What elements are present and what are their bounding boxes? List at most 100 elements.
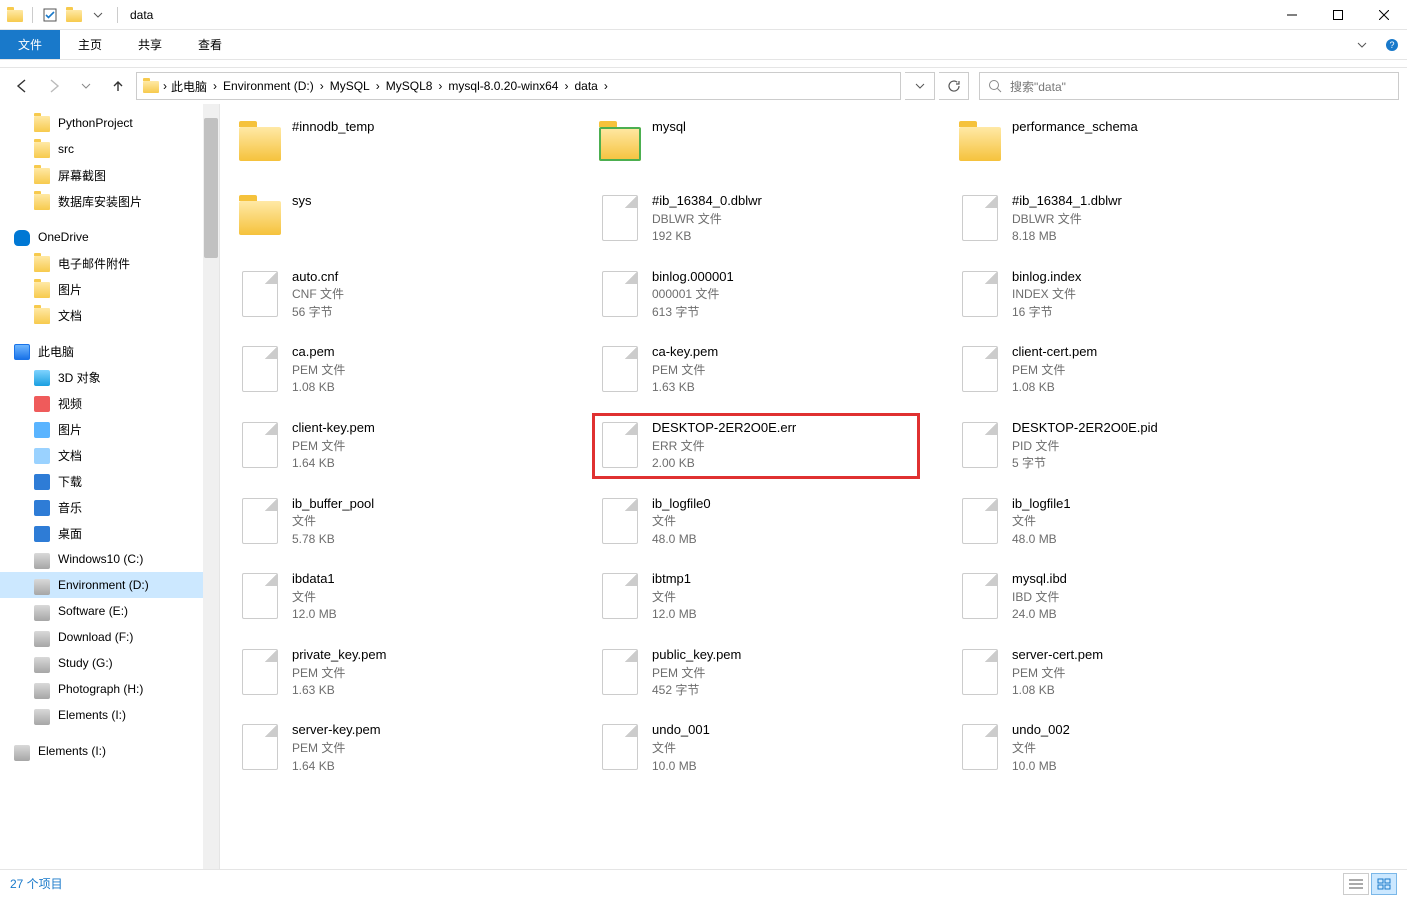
tree-node[interactable]: 数据库安装图片 — [0, 188, 219, 214]
nav-tree[interactable]: PythonProjectsrc屏幕截图数据库安装图片 OneDrive电子邮件附… — [0, 104, 220, 869]
file-item[interactable]: #ib_16384_0.dblwrDBLWR 文件192 KB — [596, 190, 916, 248]
qat-checked-icon[interactable] — [39, 4, 61, 26]
file-list[interactable]: #innodb_temp mysql performance_schemasys #i… — [220, 104, 1407, 869]
tree-node[interactable]: 桌面 — [0, 520, 219, 546]
tree-node[interactable]: 视频 — [0, 390, 219, 416]
recent-dropdown-icon[interactable] — [72, 72, 100, 100]
forward-button[interactable] — [40, 72, 68, 100]
back-button[interactable] — [8, 72, 36, 100]
breadcrumb-segment[interactable]: 此电脑 — [171, 78, 207, 95]
breadcrumb-segment[interactable]: MySQL — [330, 79, 370, 93]
tree-label: 3D 对象 — [58, 369, 101, 386]
tree-node[interactable]: 文档 — [0, 442, 219, 468]
folder-item[interactable]: mysql — [596, 116, 916, 172]
minimize-button[interactable] — [1269, 0, 1315, 30]
file-item[interactable]: public_key.pemPEM 文件452 字节 — [596, 644, 916, 702]
chevron-right-icon[interactable]: › — [320, 79, 324, 93]
tree-node[interactable]: OneDrive — [0, 224, 219, 250]
qat-dropdown-icon[interactable] — [87, 4, 109, 26]
view-details-button[interactable] — [1343, 873, 1369, 895]
tree-node[interactable]: 图片 — [0, 276, 219, 302]
folder-icon — [598, 118, 642, 170]
file-item[interactable]: DESKTOP-2ER2O0E.pidPID 文件5 字节 — [956, 417, 1276, 475]
file-item[interactable]: ca.pemPEM 文件1.08 KB — [236, 341, 556, 399]
breadcrumb-segment[interactable]: MySQL8 — [386, 79, 433, 93]
up-button[interactable] — [104, 72, 132, 100]
item-name: server-cert.pem — [1012, 646, 1103, 665]
ribbon-expand-icon[interactable] — [1347, 30, 1377, 59]
tree-node[interactable]: 图片 — [0, 416, 219, 442]
item-size: 10.0 MB — [652, 758, 710, 775]
file-item[interactable]: client-cert.pemPEM 文件1.08 KB — [956, 341, 1276, 399]
file-item[interactable]: client-key.pemPEM 文件1.64 KB — [236, 417, 556, 475]
file-item[interactable]: private_key.pemPEM 文件1.63 KB — [236, 644, 556, 702]
help-icon[interactable]: ? — [1377, 30, 1407, 59]
breadcrumb-segment[interactable]: mysql-8.0.20-winx64 — [448, 79, 558, 93]
tree-node[interactable]: 音乐 — [0, 494, 219, 520]
file-item[interactable]: ib_buffer_pool文件5.78 KB — [236, 493, 556, 551]
file-item[interactable]: ibtmp1文件12.0 MB — [596, 568, 916, 626]
breadcrumb-segment[interactable]: data — [574, 79, 597, 93]
file-item[interactable]: ca-key.pemPEM 文件1.63 KB — [596, 341, 916, 399]
file-item[interactable]: undo_002文件10.0 MB — [956, 719, 1276, 777]
file-item[interactable]: binlog.000001000001 文件613 字节 — [596, 266, 916, 324]
file-item[interactable]: DESKTOP-2ER2O0E.errERR 文件2.00 KB — [596, 417, 916, 475]
tab-home[interactable]: 主页 — [60, 30, 120, 59]
breadcrumb-segment[interactable]: Environment (D:) — [223, 79, 314, 93]
tree-node[interactable]: 3D 对象 — [0, 364, 219, 390]
file-item[interactable]: ib_logfile1文件48.0 MB — [956, 493, 1276, 551]
tree-node[interactable]: src — [0, 136, 219, 162]
address-dropdown-icon[interactable] — [905, 72, 935, 100]
folder-item[interactable]: performance_schema — [956, 116, 1276, 172]
close-button[interactable] — [1361, 0, 1407, 30]
breadcrumb-bar[interactable]: › 此电脑 › Environment (D:) › MySQL › MySQL8 › mysq… — [136, 72, 901, 100]
file-item[interactable]: mysql.ibdIBD 文件24.0 MB — [956, 568, 1276, 626]
folder-icon[interactable] — [63, 4, 85, 26]
chevron-right-icon[interactable]: › — [564, 79, 568, 93]
tree-scrollbar[interactable] — [203, 104, 219, 869]
folder-item[interactable]: #innodb_temp — [236, 116, 556, 172]
tree-node[interactable]: Elements (I:) — [0, 738, 219, 764]
file-item[interactable]: auto.cnfCNF 文件56 字节 — [236, 266, 556, 324]
search-box[interactable]: 搜索"data" — [979, 72, 1399, 100]
tree-node[interactable]: 屏幕截图 — [0, 162, 219, 188]
tree-node[interactable]: Download (F:) — [0, 624, 219, 650]
file-item[interactable]: undo_001文件10.0 MB — [596, 719, 916, 777]
file-item[interactable]: server-cert.pemPEM 文件1.08 KB — [956, 644, 1276, 702]
view-icons-button[interactable] — [1371, 873, 1397, 895]
tree-node[interactable]: Study (G:) — [0, 650, 219, 676]
tree-node[interactable]: 下载 — [0, 468, 219, 494]
refresh-button[interactable] — [939, 72, 969, 100]
tree-node[interactable]: Environment (D:) — [0, 572, 219, 598]
item-name: sys — [292, 192, 312, 211]
tab-view[interactable]: 查看 — [180, 30, 240, 59]
file-item[interactable]: ibdata1文件12.0 MB — [236, 568, 556, 626]
tree-node[interactable]: 文档 — [0, 302, 219, 328]
tree-node[interactable]: PythonProject — [0, 110, 219, 136]
file-item[interactable]: ib_logfile0文件48.0 MB — [596, 493, 916, 551]
chevron-right-icon[interactable]: › — [604, 79, 608, 93]
desk-icon — [34, 526, 50, 542]
item-type: PEM 文件 — [292, 438, 375, 455]
tree-node[interactable]: 电子邮件附件 — [0, 250, 219, 276]
tab-share[interactable]: 共享 — [120, 30, 180, 59]
tree-node[interactable]: Elements (I:) — [0, 702, 219, 728]
tree-node[interactable]: Software (E:) — [0, 598, 219, 624]
folder-item[interactable]: sys — [236, 190, 556, 248]
chevron-right-icon[interactable]: › — [213, 79, 217, 93]
item-name: server-key.pem — [292, 721, 381, 740]
maximize-button[interactable] — [1315, 0, 1361, 30]
file-item[interactable]: server-key.pemPEM 文件1.64 KB — [236, 719, 556, 777]
file-icon — [958, 419, 1002, 471]
file-item[interactable]: #ib_16384_1.dblwrDBLWR 文件8.18 MB — [956, 190, 1276, 248]
file-item[interactable]: binlog.indexINDEX 文件16 字节 — [956, 266, 1276, 324]
chevron-right-icon[interactable]: › — [163, 79, 167, 93]
chevron-right-icon[interactable]: › — [376, 79, 380, 93]
tab-file[interactable]: 文件 — [0, 30, 60, 59]
chevron-right-icon[interactable]: › — [438, 79, 442, 93]
file-icon — [598, 419, 642, 471]
tree-node[interactable]: Windows10 (C:) — [0, 546, 219, 572]
tree-node[interactable]: 此电脑 — [0, 338, 219, 364]
tree-node[interactable]: Photograph (H:) — [0, 676, 219, 702]
tree-label: 桌面 — [58, 525, 82, 542]
